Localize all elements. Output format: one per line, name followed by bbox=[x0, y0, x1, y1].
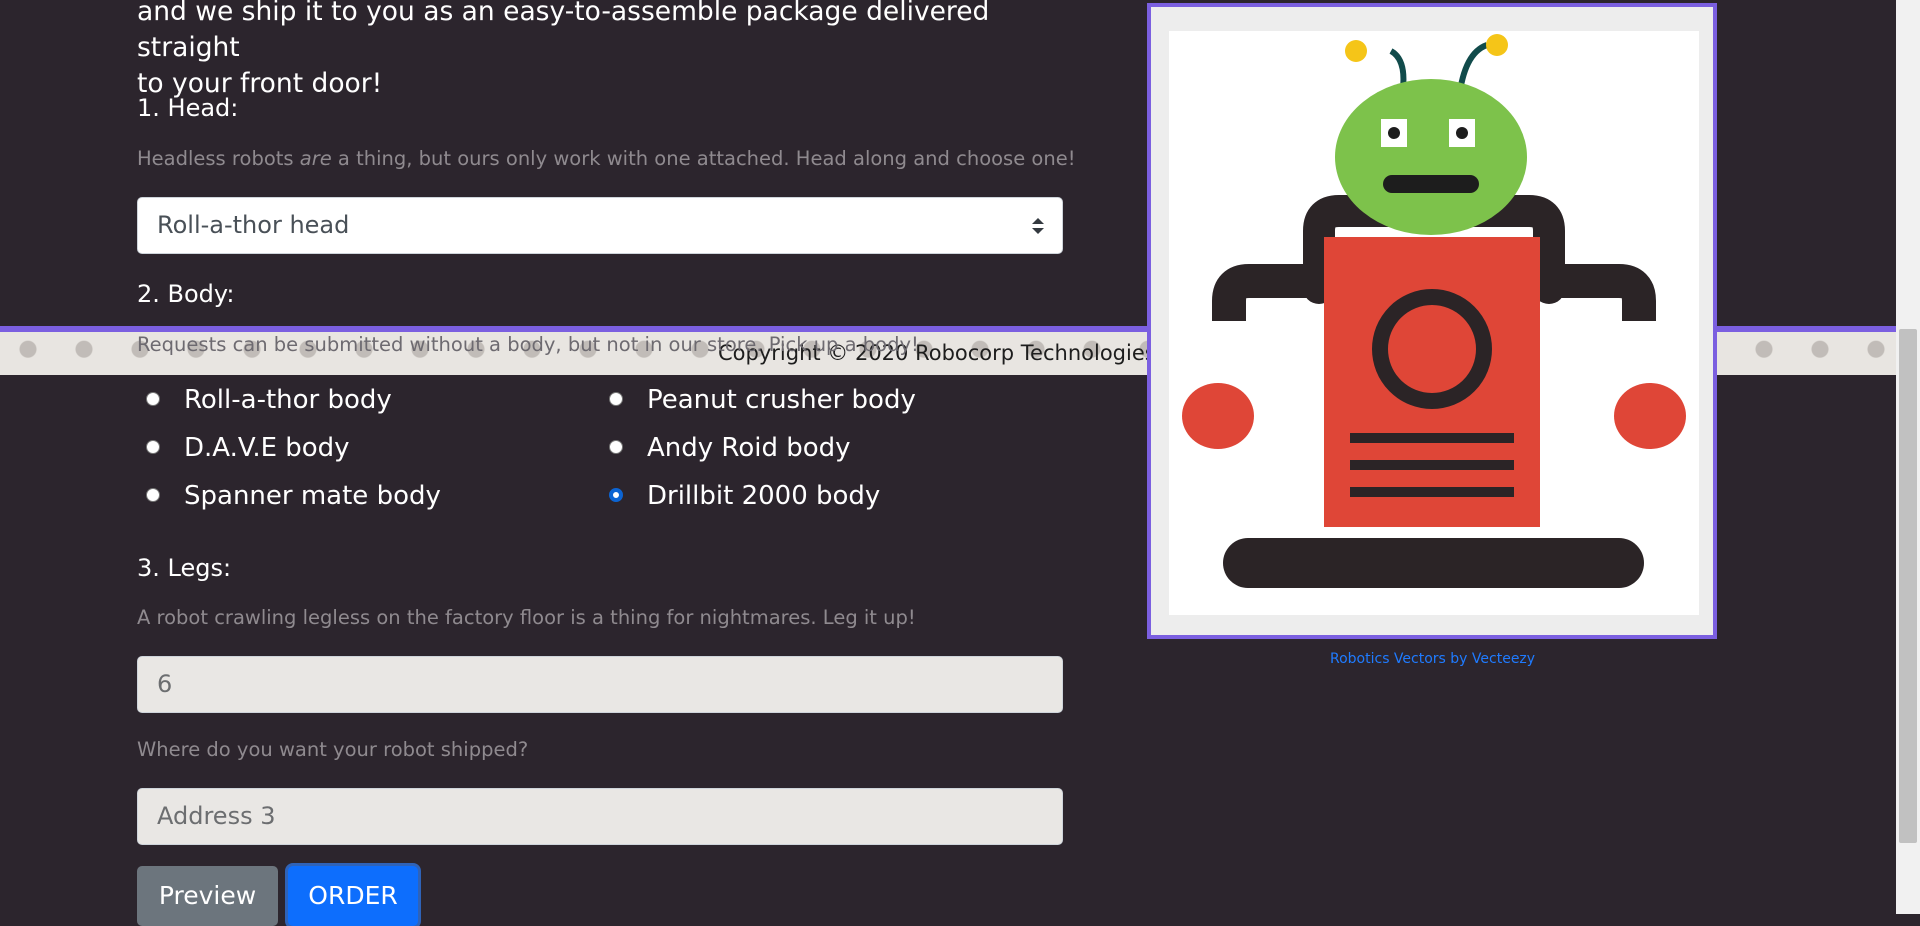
head-section-title: 1. Head: bbox=[137, 94, 239, 122]
right-hand bbox=[1614, 383, 1686, 449]
robot-head bbox=[1335, 79, 1527, 235]
antenna-ball-right bbox=[1486, 34, 1508, 56]
order-button[interactable]: ORDER bbox=[288, 866, 418, 926]
head-select-value: Roll-a-thor head bbox=[157, 211, 350, 239]
body-section-title: 2. Body: bbox=[137, 280, 235, 308]
radio-label[interactable]: Drillbit 2000 body bbox=[647, 480, 880, 512]
shipping-hint: Where do you want your robot shipped? bbox=[137, 738, 529, 761]
page: and we ship it to you as an easy-to-asse… bbox=[0, 0, 1896, 926]
robot-illustration bbox=[1182, 34, 1686, 588]
scrollbar-thumb[interactable] bbox=[1899, 329, 1917, 843]
antenna-ball-left bbox=[1345, 40, 1367, 62]
radio-circle[interactable] bbox=[146, 392, 160, 406]
intro-line-1: and we ship it to you as an easy-to-asse… bbox=[137, 0, 990, 63]
head-hint-text-1: Headless robots bbox=[137, 147, 300, 170]
robot-preview-image bbox=[1169, 31, 1699, 615]
left-hand bbox=[1182, 383, 1254, 449]
robot-base bbox=[1223, 538, 1644, 588]
head-hint-emphasis: are bbox=[299, 147, 332, 170]
intro-text: and we ship it to you as an easy-to-asse… bbox=[137, 0, 1077, 102]
select-arrows-icon bbox=[1032, 218, 1044, 236]
radio-label[interactable]: Spanner mate body bbox=[184, 480, 441, 512]
page-scrollbar[interactable] bbox=[1896, 0, 1920, 914]
head-hint: Headless robots are a thing, but ours on… bbox=[137, 147, 1076, 171]
radio-label[interactable]: Roll-a-thor body bbox=[184, 384, 392, 416]
legs-hint: A robot crawling legless on the factory … bbox=[137, 606, 916, 629]
legs-section-title: 3. Legs: bbox=[137, 554, 232, 582]
radio-circle[interactable] bbox=[146, 440, 160, 454]
radio-circle-checked[interactable] bbox=[609, 488, 623, 502]
intro-line-2: to your front door! bbox=[137, 68, 383, 99]
legs-input[interactable]: 6 bbox=[137, 656, 1063, 713]
radio-label[interactable]: D.A.V.E body bbox=[184, 432, 350, 464]
vecteezy-credit-link[interactable]: Robotics Vectors by Vecteezy bbox=[1330, 651, 1535, 667]
robot-preview-panel bbox=[1147, 3, 1717, 639]
radio-label[interactable]: Peanut crusher body bbox=[647, 384, 916, 416]
radio-circle[interactable] bbox=[146, 488, 160, 502]
preview-button[interactable]: Preview bbox=[137, 866, 278, 926]
radio-circle[interactable] bbox=[609, 440, 623, 454]
body-hint: Requests can be submitted without a body… bbox=[137, 333, 919, 356]
head-hint-text-2: a thing, but ours only work with one att… bbox=[331, 147, 1076, 170]
radio-circle[interactable] bbox=[609, 392, 623, 406]
radio-label[interactable]: Andy Roid body bbox=[647, 432, 851, 464]
address-input[interactable]: Address 3 bbox=[137, 788, 1063, 845]
head-select[interactable]: Roll-a-thor head bbox=[137, 197, 1063, 254]
